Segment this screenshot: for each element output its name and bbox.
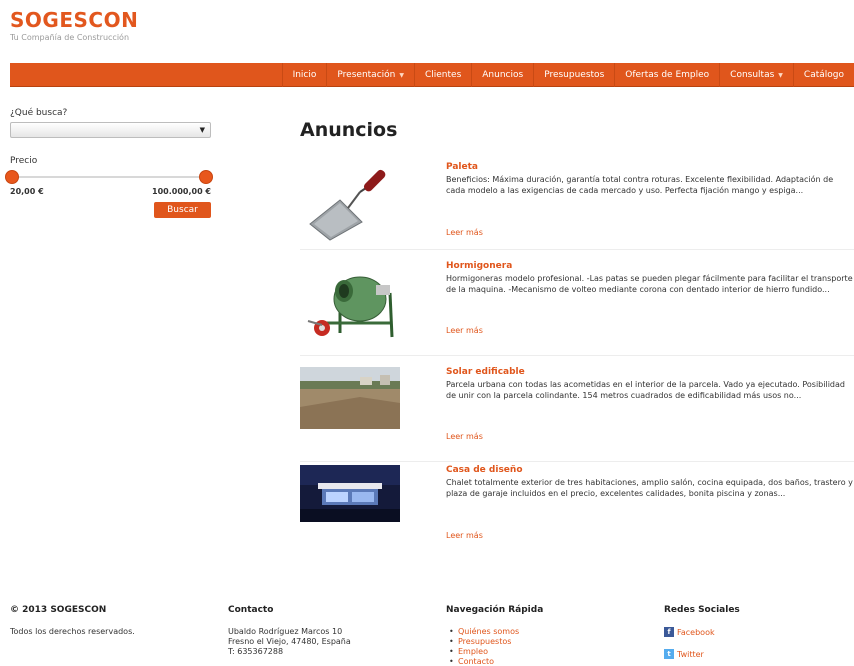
slider-min-handle[interactable] — [5, 170, 19, 184]
footer-quick-nav: Navegación Rápida Quiénes somos Presupue… — [446, 605, 543, 666]
listing-divider — [300, 355, 854, 356]
nav-item-anuncios[interactable]: Anuncios — [471, 63, 533, 87]
select-arrow-icon: ▼ — [199, 126, 205, 134]
price-range-slider[interactable] — [5, 170, 213, 184]
price-max-value: 100.000,00 € — [152, 187, 211, 196]
twitter-link[interactable]: t Twitter — [664, 649, 740, 659]
nav-item-inicio[interactable]: Inicio — [281, 63, 327, 87]
category-select[interactable]: ▼ — [10, 122, 211, 138]
listing-info: Hormigonera Hormigoneras modelo profesio… — [446, 261, 854, 295]
nav-menu: Inicio Presentación ▼ Clientes Anuncios P… — [281, 63, 854, 87]
footer-social: Redes Sociales f Facebook t Twitter — [664, 605, 740, 666]
nav-item-presentacion[interactable]: Presentación ▼ — [326, 63, 414, 87]
listing-divider — [300, 249, 854, 250]
listing-item: Solar edificable Parcela urbana con toda… — [300, 367, 854, 462]
main-navbar: Inicio Presentación ▼ Clientes Anuncios P… — [10, 63, 854, 87]
footer-copyright-title: © 2013 SOGESCON — [10, 605, 107, 615]
brand[interactable]: SOGESCON Tu Compañía de Construcción — [10, 8, 138, 42]
search-button[interactable]: Buscar — [154, 202, 211, 218]
listing-info: Solar edificable Parcela urbana con toda… — [446, 367, 854, 401]
site-logo-title[interactable]: SOGESCON — [10, 8, 138, 32]
twitter-label: Twitter — [677, 649, 704, 659]
listing-description: Parcela urbana con todas las acometidas … — [446, 380, 845, 400]
footer-contact-address: Ubaldo Rodríguez Marcos 10 — [228, 627, 343, 636]
read-more-link[interactable]: Leer más — [446, 228, 483, 237]
listing-description: Hormigoneras modelo profesional. -Las pa… — [446, 274, 853, 294]
nav-item-ofertas-empleo[interactable]: Ofertas de Empleo — [614, 63, 719, 87]
footer-copyright-text: Todos los derechos reservados. — [10, 627, 135, 636]
listing-image-concrete-mixer[interactable] — [300, 265, 400, 343]
read-more-link[interactable]: Leer más — [446, 432, 483, 441]
nav-item-clientes[interactable]: Clientes — [413, 63, 471, 87]
read-more-link[interactable]: Leer más — [446, 531, 483, 540]
nav-item-consultas[interactable]: Consultas ▼ — [719, 63, 793, 87]
page-title: Anuncios — [300, 119, 398, 141]
facebook-icon: f — [664, 627, 674, 637]
search-sidebar: ¿Qué busca? ▼ Precio 20,00 € 100.000,00 … — [5, 108, 213, 218]
footer-copyright: © 2013 SOGESCON Todos los derechos reser… — [10, 605, 135, 637]
listing-title[interactable]: Solar edificable — [446, 367, 854, 378]
footer-contact-city: Fresno el Viejo, 47480, España — [228, 637, 351, 646]
facebook-label: Facebook — [677, 627, 715, 637]
listing-info: Casa de diseño Chalet totalmente exterio… — [446, 465, 854, 499]
footer-link-empleo[interactable]: Empleo — [446, 647, 543, 657]
price-min-value: 20,00 € — [10, 187, 44, 196]
nav-item-catalogo[interactable]: Catálogo — [792, 63, 854, 87]
listing-item: Casa de diseño Chalet totalmente exterio… — [300, 465, 854, 555]
listing-description: Chalet totalmente exterior de tres habit… — [446, 478, 853, 498]
facebook-link[interactable]: f Facebook — [664, 627, 740, 637]
footer-social-title: Redes Sociales — [664, 605, 740, 615]
chevron-down-icon: ▼ — [778, 72, 783, 79]
footer-nav-list: Quiénes somos Presupuestos Empleo Contac… — [446, 627, 543, 666]
price-values: 20,00 € 100.000,00 € — [10, 187, 211, 196]
listing-item: Hormigonera Hormigoneras modelo profesio… — [300, 261, 854, 356]
listing-info: Paleta Beneficios: Máxima duración, gara… — [446, 162, 854, 196]
read-more-link[interactable]: Leer más — [446, 326, 483, 335]
listing-image-trowel[interactable] — [300, 162, 400, 242]
footer-contact-title: Contacto — [228, 605, 274, 615]
twitter-icon: t — [664, 649, 674, 659]
site-footer: © 2013 SOGESCON Todos los derechos reser… — [0, 600, 854, 666]
footer-contact-phone: T: 635367288 — [228, 647, 284, 656]
site-tagline: Tu Compañía de Construcción — [10, 33, 130, 42]
chevron-down-icon: ▼ — [399, 72, 404, 79]
listing-title[interactable]: Casa de diseño — [446, 465, 854, 476]
price-label: Precio — [10, 156, 38, 166]
nav-item-presupuestos[interactable]: Presupuestos — [533, 63, 614, 87]
footer-contact: Contacto Ubaldo Rodríguez Marcos 10 Fres… — [228, 605, 351, 657]
footer-link-quienes-somos[interactable]: Quiénes somos — [446, 627, 543, 637]
listing-title[interactable]: Paleta — [446, 162, 854, 173]
listing-description: Beneficios: Máxima duración, garantía to… — [446, 175, 834, 195]
listing-title[interactable]: Hormigonera — [446, 261, 854, 272]
footer-nav-title: Navegación Rápida — [446, 605, 544, 615]
search-label: ¿Qué busca? — [10, 108, 68, 118]
listing-image-land-plot[interactable] — [300, 367, 400, 429]
listing-divider — [300, 461, 854, 462]
footer-link-presupuestos[interactable]: Presupuestos — [446, 637, 543, 647]
slider-track — [10, 176, 211, 178]
slider-max-handle[interactable] — [199, 170, 213, 184]
listing-item: Paleta Beneficios: Máxima duración, gara… — [300, 162, 854, 250]
footer-link-contacto[interactable]: Contacto — [446, 657, 543, 666]
listing-image-modern-house[interactable] — [300, 465, 400, 522]
